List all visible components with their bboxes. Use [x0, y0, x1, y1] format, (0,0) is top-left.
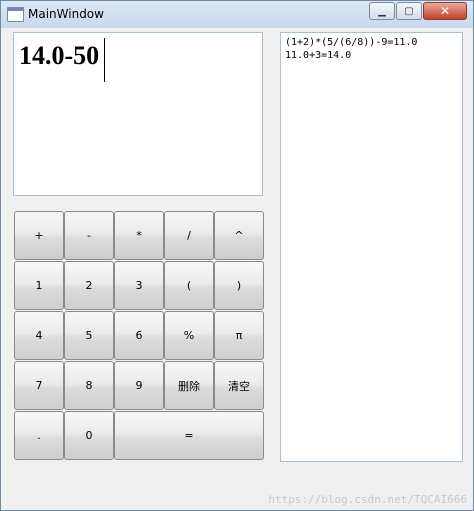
key-equals[interactable]: = [114, 411, 264, 460]
key-pi[interactable]: π [214, 311, 264, 360]
history-panel[interactable]: (1+2)*(5/(6/8))-9=11.0 11.0+3=14.0 [280, 32, 463, 462]
key-1[interactable]: 1 [14, 261, 64, 310]
close-icon: ✕ [439, 4, 451, 18]
key-9[interactable]: 9 [114, 361, 164, 410]
key-7[interactable]: 7 [14, 361, 64, 410]
close-button[interactable]: ✕ [423, 2, 467, 20]
title-bar[interactable]: MainWindow ▁ ▢ ✕ [1, 1, 473, 28]
key-decimal[interactable]: . [14, 411, 64, 460]
key-2[interactable]: 2 [64, 261, 114, 310]
key-4[interactable]: 4 [14, 311, 64, 360]
expression-display[interactable]: 14.0-50 [13, 32, 263, 196]
key-percent[interactable]: % [164, 311, 214, 360]
minimize-icon: ▁ [378, 5, 386, 17]
key-8[interactable]: 8 [64, 361, 114, 410]
key-left-paren[interactable]: ( [164, 261, 214, 310]
key-6[interactable]: 6 [114, 311, 164, 360]
maximize-button[interactable]: ▢ [396, 2, 422, 20]
key-minus[interactable]: - [64, 211, 114, 260]
watermark-text: https://blog.csdn.net/TQCAI666 [268, 493, 467, 506]
key-5[interactable]: 5 [64, 311, 114, 360]
key-multiply[interactable]: * [114, 211, 164, 260]
key-divide[interactable]: / [164, 211, 214, 260]
key-plus[interactable]: + [14, 211, 64, 260]
main-window: MainWindow ▁ ▢ ✕ 14.0-50 (1+2)*(5/(6/8))… [0, 0, 474, 511]
key-delete[interactable]: 删除 [164, 361, 214, 410]
maximize-icon: ▢ [404, 5, 414, 17]
key-clear[interactable]: 清空 [214, 361, 264, 410]
key-power[interactable]: ^ [214, 211, 264, 260]
window-controls: ▁ ▢ ✕ [368, 2, 467, 20]
key-3[interactable]: 3 [114, 261, 164, 310]
key-right-paren[interactable]: ) [214, 261, 264, 310]
app-window-icon [7, 7, 24, 22]
text-caret [104, 38, 105, 82]
window-title: MainWindow [28, 7, 104, 21]
key-0[interactable]: 0 [64, 411, 114, 460]
minimize-button[interactable]: ▁ [369, 2, 395, 20]
history-line: (1+2)*(5/(6/8))-9=11.0 [285, 37, 418, 48]
keypad: + - * / ^ 1 2 3 ( ) 4 5 6 % π 7 8 9 删除 清… [14, 211, 266, 462]
expression-text: 14.0-50 [19, 41, 100, 70]
history-line: 11.0+3=14.0 [285, 50, 352, 61]
